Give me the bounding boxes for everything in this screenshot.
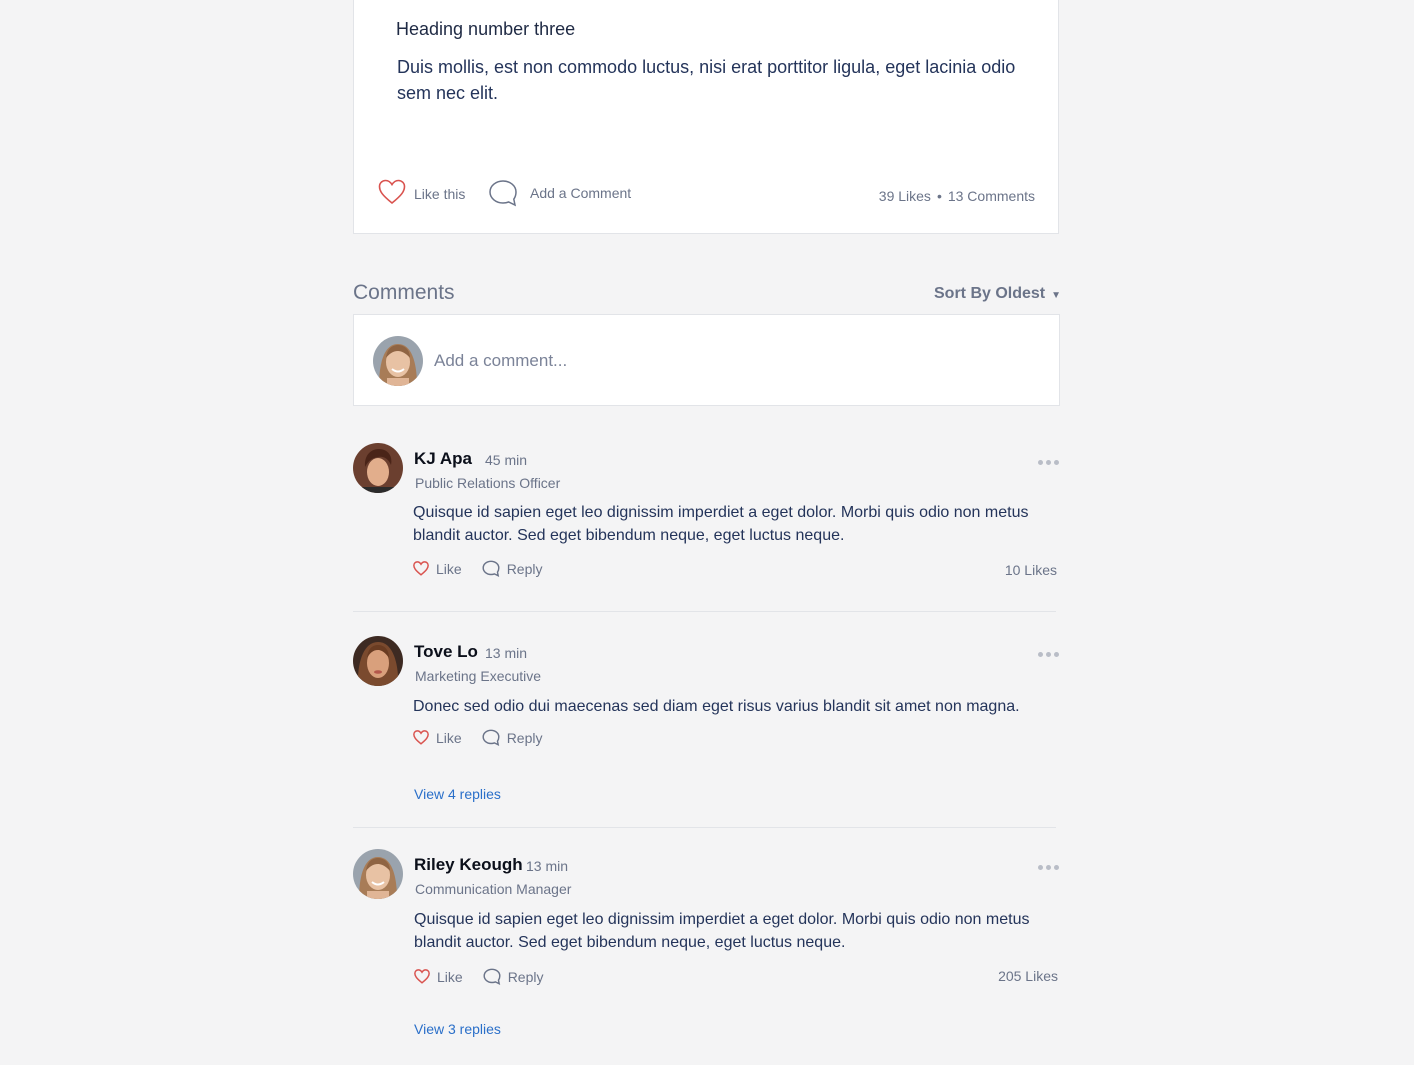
commenter-role: Marketing Executive: [415, 668, 542, 684]
sort-dropdown[interactable]: Sort By Oldest ▼: [934, 285, 1061, 303]
caret-down-icon: ▼: [1051, 290, 1062, 301]
heart-icon: [378, 179, 406, 205]
current-user-avatar: [373, 336, 423, 386]
add-comment-input[interactable]: [432, 345, 1036, 377]
comment-actions: Like Reply: [413, 560, 562, 577]
reply-bubble-icon: [482, 729, 500, 746]
more-options-icon[interactable]: [1038, 460, 1059, 465]
comment-item: Riley Keough 13 min Communication Manage…: [353, 849, 1059, 1049]
add-comment-button[interactable]: Add a Comment: [488, 179, 631, 207]
like-label: Like: [436, 729, 462, 746]
view-replies-link[interactable]: View 3 replies: [414, 1021, 501, 1037]
comment-item: KJ Apa 45 min Public Relations Officer Q…: [353, 443, 1059, 593]
comment-text: Quisque id sapien eget leo dignissim imp…: [414, 911, 1030, 951]
comment-divider: [353, 611, 1056, 612]
commenter-name[interactable]: Tove Lo: [414, 642, 478, 662]
like-comment-button[interactable]: Like: [413, 730, 462, 746]
reply-bubble-icon: [483, 968, 501, 985]
comment-bubble-icon: [488, 179, 518, 207]
post-likes-count[interactable]: 39 Likes: [879, 188, 931, 204]
reply-label: Reply: [506, 729, 543, 746]
comment-time: 45 min: [485, 452, 528, 468]
comment-actions: Like Reply: [413, 729, 562, 746]
like-comment-button[interactable]: Like: [413, 561, 462, 577]
heart-icon: [413, 561, 429, 576]
heart-icon: [414, 969, 430, 984]
comment-divider: [353, 827, 1056, 828]
post-comments-count[interactable]: 13 Comments: [948, 188, 1035, 204]
commenter-avatar[interactable]: [353, 443, 403, 493]
stats-separator: •: [936, 188, 942, 204]
like-label: Like: [436, 560, 462, 577]
comment-likes-count[interactable]: 10 Likes: [1005, 562, 1057, 578]
more-options-icon[interactable]: [1038, 865, 1059, 870]
comment-likes-count[interactable]: 205 Likes: [998, 968, 1058, 984]
more-options-icon[interactable]: [1038, 652, 1059, 657]
commenter-role: Communication Manager: [415, 881, 572, 897]
comment-time: 13 min: [526, 858, 569, 874]
like-post-button[interactable]: Like this: [378, 179, 465, 205]
reply-label: Reply: [506, 560, 543, 577]
like-label: Like: [437, 968, 463, 985]
reply-label: Reply: [507, 968, 544, 985]
view-replies-link[interactable]: View 4 replies: [414, 786, 501, 802]
commenter-name[interactable]: KJ Apa: [414, 449, 472, 469]
post-card: Heading number three Duis mollis, est no…: [353, 0, 1059, 234]
comment-text: Donec sed odio dui maecenas sed diam ege…: [413, 698, 1020, 715]
comment-time: 13 min: [485, 645, 528, 661]
reply-button[interactable]: Reply: [482, 560, 543, 577]
comments-title: Comments: [353, 281, 455, 304]
reply-bubble-icon: [482, 560, 500, 577]
heart-icon: [413, 730, 429, 745]
commenter-avatar[interactable]: [353, 636, 403, 686]
commenter-name[interactable]: Riley Keough: [414, 855, 523, 875]
reply-button[interactable]: Reply: [483, 968, 544, 985]
like-comment-button[interactable]: Like: [414, 969, 463, 985]
post-stats: 39 Likes • 13 Comments: [879, 188, 1035, 204]
post-heading: Heading number three: [396, 19, 576, 39]
reply-button[interactable]: Reply: [482, 729, 543, 746]
comment-item: Tove Lo 13 min Marketing Executive Donec…: [353, 636, 1059, 806]
add-comment-box: [353, 314, 1060, 406]
like-post-label: Like this: [414, 186, 466, 202]
comment-text: Quisque id sapien eget leo dignissim imp…: [413, 504, 1029, 544]
commenter-role: Public Relations Officer: [415, 475, 561, 491]
comment-actions: Like Reply: [414, 968, 563, 985]
post-body: Duis mollis, est non commodo luctus, nis…: [397, 57, 1016, 103]
add-comment-label: Add a Comment: [530, 185, 632, 201]
commenter-avatar[interactable]: [353, 849, 403, 899]
sort-label: Sort By Oldest: [934, 285, 1046, 302]
